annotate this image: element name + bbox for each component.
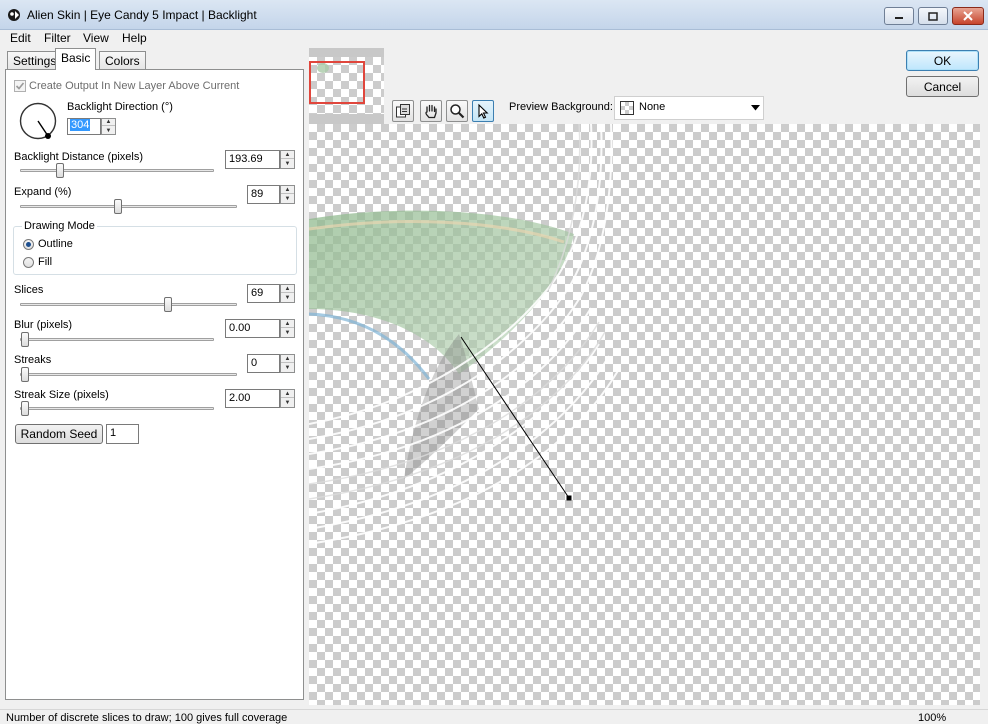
distance-slider-track[interactable]	[20, 169, 214, 172]
tab-basic[interactable]: Basic	[55, 48, 97, 70]
direction-field[interactable]: 304	[67, 118, 101, 135]
compare-icon	[396, 104, 410, 118]
minimize-icon	[895, 17, 903, 19]
streak-size-slider-thumb[interactable]	[21, 401, 29, 416]
slices-field[interactable]: 69	[247, 284, 280, 303]
maximize-icon	[928, 11, 938, 21]
toggle-preview-tool[interactable]	[392, 100, 414, 122]
slices-spinner[interactable]: ▲ ▼	[280, 284, 295, 303]
streak-size-spinner[interactable]: ▲ ▼	[280, 389, 295, 408]
ok-button[interactable]: OK	[906, 50, 979, 71]
blur-slider-track[interactable]	[20, 338, 214, 341]
zoom-level: 100%	[918, 712, 947, 724]
streaks-slider-track[interactable]	[20, 373, 237, 376]
streaks-slider-thumb[interactable]	[21, 367, 29, 382]
expand-slider-track[interactable]	[20, 205, 237, 208]
preview-canvas[interactable]	[309, 124, 980, 705]
distance-spinner[interactable]: ▲ ▼	[280, 150, 295, 169]
random-seed-button[interactable]: Random Seed	[15, 424, 103, 444]
create-output-label: Create Output In New Layer Above Current	[29, 80, 240, 92]
cancel-button[interactable]: Cancel	[906, 76, 979, 97]
slices-label: Slices	[14, 284, 44, 296]
distance-label: Backlight Distance (pixels)	[14, 151, 143, 163]
zoom-tool[interactable]	[446, 100, 468, 122]
menu-view[interactable]: View	[83, 31, 109, 45]
fill-radio[interactable]	[23, 257, 34, 268]
preview-background-select[interactable]: None	[614, 96, 764, 120]
outline-radio[interactable]	[23, 239, 34, 250]
backlight-effect-preview	[309, 124, 620, 545]
direction-label: Backlight Direction (°)	[67, 101, 173, 113]
arrow-pointer-icon	[478, 103, 489, 119]
random-seed-field[interactable]: 1	[106, 424, 139, 444]
blur-slider-thumb[interactable]	[21, 332, 29, 347]
close-button[interactable]	[952, 7, 984, 25]
direction-spinner[interactable]: ▲ ▼	[101, 118, 116, 135]
menu-edit[interactable]: Edit	[10, 31, 31, 45]
streaks-spinner[interactable]: ▲ ▼	[280, 354, 295, 373]
drawing-mode-label: Drawing Mode	[22, 220, 97, 232]
hand-tool[interactable]	[420, 100, 442, 122]
blur-field[interactable]: 0.00	[225, 319, 280, 338]
outline-label: Outline	[38, 238, 73, 250]
magnifier-icon	[450, 104, 465, 119]
streak-size-field[interactable]: 2.00	[225, 389, 280, 408]
transparency-swatch-icon	[620, 101, 634, 115]
distance-slider-thumb[interactable]	[56, 163, 64, 178]
chevron-down-icon	[751, 105, 760, 111]
expand-label: Expand (%)	[14, 186, 72, 198]
minimize-button[interactable]	[884, 7, 914, 25]
streaks-field[interactable]: 0	[247, 354, 280, 373]
drawing-mode-group	[13, 226, 297, 275]
expand-slider-thumb[interactable]	[114, 199, 122, 214]
direction-value: 304	[70, 119, 91, 131]
status-hint: Number of discrete slices to draw; 100 g…	[6, 712, 288, 724]
streaks-label: Streaks	[14, 354, 52, 366]
checkmark-icon	[15, 82, 25, 90]
streak-size-slider-track[interactable]	[20, 407, 214, 410]
preview-background-value: None	[639, 101, 666, 113]
thumbnail-effect-image	[317, 63, 329, 73]
maximize-button[interactable]	[918, 7, 948, 25]
blur-label: Blur (pixels)	[14, 319, 73, 331]
blur-spinner[interactable]: ▲ ▼	[280, 319, 295, 338]
hand-icon	[425, 104, 437, 119]
fill-label: Fill	[38, 256, 53, 268]
title-bar: Alien Skin | Eye Candy 5 Impact | Backli…	[0, 0, 988, 30]
slices-slider-thumb[interactable]	[164, 297, 172, 312]
close-icon	[963, 11, 973, 21]
slices-slider-track[interactable]	[20, 303, 237, 306]
preview-thumbnail[interactable]	[309, 48, 384, 124]
expand-spinner[interactable]: ▲ ▼	[280, 185, 295, 204]
direction-dial[interactable]	[19, 102, 59, 142]
streak-size-label: Streak Size (pixels)	[14, 389, 109, 401]
preview-background-label: Preview Background:	[509, 101, 613, 113]
distance-field[interactable]: 193.69	[225, 150, 280, 169]
menu-filter[interactable]: Filter	[44, 31, 71, 45]
window-title: Alien Skin | Eye Candy 5 Impact | Backli…	[27, 8, 257, 22]
menu-help[interactable]: Help	[122, 31, 147, 45]
menu-bar: Edit Filter View Help	[0, 30, 988, 46]
selection-tool[interactable]	[472, 100, 494, 122]
status-bar: Number of discrete slices to draw; 100 g…	[0, 709, 988, 724]
alien-skin-logo-icon	[8, 9, 20, 21]
tab-colors[interactable]: Colors	[99, 51, 146, 70]
expand-field[interactable]: 89	[247, 185, 280, 204]
create-output-checkbox[interactable]	[14, 80, 26, 92]
